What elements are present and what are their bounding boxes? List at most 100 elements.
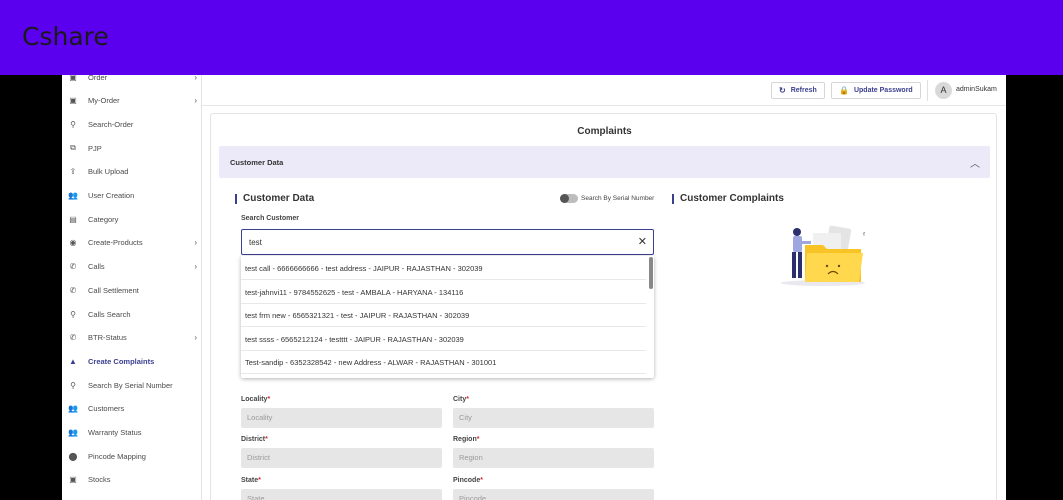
- chevron-right-icon[interactable]: ›: [194, 75, 197, 82]
- sidebar-item-pjp[interactable]: ⧉ PJP: [62, 137, 201, 159]
- top-bar: ↻ Refresh 🔒 Update Password A adminSukam: [202, 75, 1006, 106]
- sidebar-item-label: Call Settlement: [88, 285, 139, 295]
- empty-folder-illustration-icon: [781, 225, 866, 286]
- search-icon: ⚲: [70, 309, 76, 319]
- page-title: Complaints: [577, 126, 632, 137]
- sidebar-item-label: PJP: [88, 143, 102, 153]
- users-icon: 👥: [68, 428, 78, 437]
- toggle-knob: [560, 194, 569, 203]
- serial-number-toggle[interactable]: [560, 194, 578, 203]
- sidebar-item-label: Create-Products: [88, 238, 143, 248]
- dropdown-option[interactable]: test frm new - 6565321321 - test - JAIPU…: [241, 304, 646, 328]
- box-icon: ▣: [69, 96, 77, 106]
- update-password-button[interactable]: 🔒 Update Password: [831, 82, 921, 99]
- region-label: Region*: [453, 436, 480, 443]
- dropdown-option[interactable]: test call - 6666666666 - test address - …: [241, 257, 646, 280]
- warning-icon: ▲: [69, 356, 77, 366]
- customer-data-accordion[interactable]: Customer Data ︿: [219, 146, 990, 178]
- sidebar: ▣ Order › ▣ My-Order › ⚲ Search-Order ⧉ PJP ⇪ Bulk …: [62, 75, 202, 500]
- phone-icon: ✆: [69, 285, 77, 295]
- sidebar-item-label: Warranty Status: [88, 428, 142, 437]
- dropdown-option[interactable]: test ssss - 6565212124 - testttt - JAIPU…: [241, 328, 646, 351]
- locality-label: Locality*: [241, 396, 271, 403]
- sidebar-item-label: Search By Serial Number: [88, 380, 173, 390]
- phone-icon: ✆: [69, 333, 77, 343]
- avatar[interactable]: A: [935, 82, 952, 99]
- close-icon[interactable]: ✕: [638, 235, 647, 248]
- search-icon: ⚲: [70, 119, 76, 129]
- sitemap-icon: ⧉: [70, 143, 76, 153]
- banner: Cshare: [0, 0, 1063, 75]
- dropdown-option[interactable]: Test-sandip - 6352328542 - new Address -…: [241, 351, 646, 375]
- sidebar-item-bulk-upload[interactable]: ⇪ Bulk Upload: [62, 161, 201, 183]
- sidebar-item-label: Pincode Mapping: [88, 451, 146, 461]
- chevron-up-icon[interactable]: ︿: [970, 155, 980, 170]
- sidebar-item-user-creation[interactable]: 👥 User Creation: [62, 185, 201, 207]
- sidebar-item-label: Customers: [88, 404, 125, 414]
- search-icon: ⚲: [70, 380, 76, 390]
- sidebar-item-calls-search[interactable]: ⚲ Calls Search: [62, 303, 201, 325]
- refresh-icon: ↻: [779, 86, 786, 95]
- category-icon: ▤: [69, 214, 77, 224]
- sidebar-item-search-by-serial-number[interactable]: ⚲ Search By Serial Number: [62, 374, 201, 396]
- chevron-right-icon[interactable]: ›: [194, 262, 197, 271]
- sidebar-item-warranty-status[interactable]: 👥 Warranty Status: [62, 422, 201, 444]
- locality-input[interactable]: Locality: [241, 408, 442, 428]
- pincode-input[interactable]: Pincode: [453, 489, 654, 500]
- toggle-label: Search By Serial Number: [581, 195, 655, 202]
- refresh-button[interactable]: ↻ Refresh: [771, 82, 825, 99]
- upload-icon: ⇪: [69, 167, 77, 177]
- complaints-panel: Complaints Customer Data ︿ Customer Data…: [210, 113, 997, 500]
- dropdown-scrollbar[interactable]: [649, 257, 653, 289]
- sidebar-item-label: User Creation: [88, 191, 135, 200]
- dropdown-option[interactable]: test-jahnvi11 - 9784552625 - test - AMBA…: [241, 281, 646, 304]
- district-input[interactable]: District: [241, 448, 442, 468]
- state-input[interactable]: State: [241, 489, 442, 500]
- search-customer-box[interactable]: ✕: [241, 229, 654, 255]
- sidebar-item-calls[interactable]: ✆ Calls ›: [62, 256, 201, 278]
- product-icon: ◉: [69, 238, 77, 248]
- update-password-label: Update Password: [853, 87, 913, 94]
- chevron-right-icon[interactable]: ›: [194, 96, 197, 105]
- sidebar-item-create-complaints[interactable]: ▲ Create Complaints: [62, 350, 201, 372]
- customer-suggestions-dropdown: test call - 6666666666 - test address - …: [241, 256, 654, 378]
- lock-icon: 🔒: [839, 86, 849, 95]
- sidebar-item-call-settlement[interactable]: ✆ Call Settlement: [62, 279, 201, 301]
- box-icon: ▣: [69, 75, 77, 82]
- city-input[interactable]: City: [453, 408, 654, 428]
- sidebar-item-stocks[interactable]: ▣ Stocks: [62, 469, 201, 491]
- sidebar-item-order[interactable]: ▣ Order ›: [62, 75, 201, 88]
- refresh-label: Refresh: [790, 87, 817, 94]
- sidebar-item-customers[interactable]: 👥 Customers: [62, 398, 201, 420]
- sidebar-item-label: Stocks: [88, 475, 111, 485]
- state-label: State*: [241, 477, 261, 484]
- box-icon: ▣: [69, 475, 77, 485]
- sidebar-item-search-order[interactable]: ⚲ Search-Order: [62, 113, 201, 135]
- phone-icon: ✆: [69, 262, 77, 272]
- sidebar-item-label: Create Complaints: [88, 356, 155, 366]
- sidebar-item-my-order[interactable]: ▣ My-Order ›: [62, 90, 201, 112]
- sidebar-item-label: Bulk Upload: [88, 167, 129, 177]
- pincode-label: Pincode*: [453, 477, 483, 484]
- district-label: District*: [241, 436, 268, 443]
- search-customer-label: Search Customer: [241, 215, 299, 222]
- sidebar-item-create-products[interactable]: ◉ Create-Products ›: [62, 232, 201, 254]
- sidebar-item-label: Order: [88, 75, 108, 82]
- chevron-right-icon[interactable]: ›: [194, 238, 197, 247]
- sidebar-item-category[interactable]: ▤ Category: [62, 208, 201, 230]
- customer-complaints-heading: Customer Complaints: [672, 194, 784, 204]
- sidebar-item-pincode-mapping[interactable]: ⬤ Pincode Mapping: [62, 445, 201, 467]
- username[interactable]: adminSukam: [956, 86, 997, 93]
- sidebar-item-btr-status[interactable]: ✆ BTR-Status ›: [62, 327, 201, 349]
- customer-data-heading: Customer Data: [235, 194, 314, 204]
- sidebar-item-label: Category: [88, 214, 119, 224]
- search-customer-input[interactable]: [249, 238, 619, 247]
- chevron-right-icon[interactable]: ›: [194, 333, 197, 342]
- region-input[interactable]: Region: [453, 448, 654, 468]
- users-icon: 👥: [68, 404, 78, 414]
- divider: [927, 80, 928, 101]
- users-icon: 👥: [68, 191, 78, 200]
- sidebar-item-label: My-Order: [88, 96, 120, 106]
- accordion-title: Customer Data: [230, 158, 284, 167]
- sidebar-item-label: BTR-Status: [88, 333, 127, 343]
